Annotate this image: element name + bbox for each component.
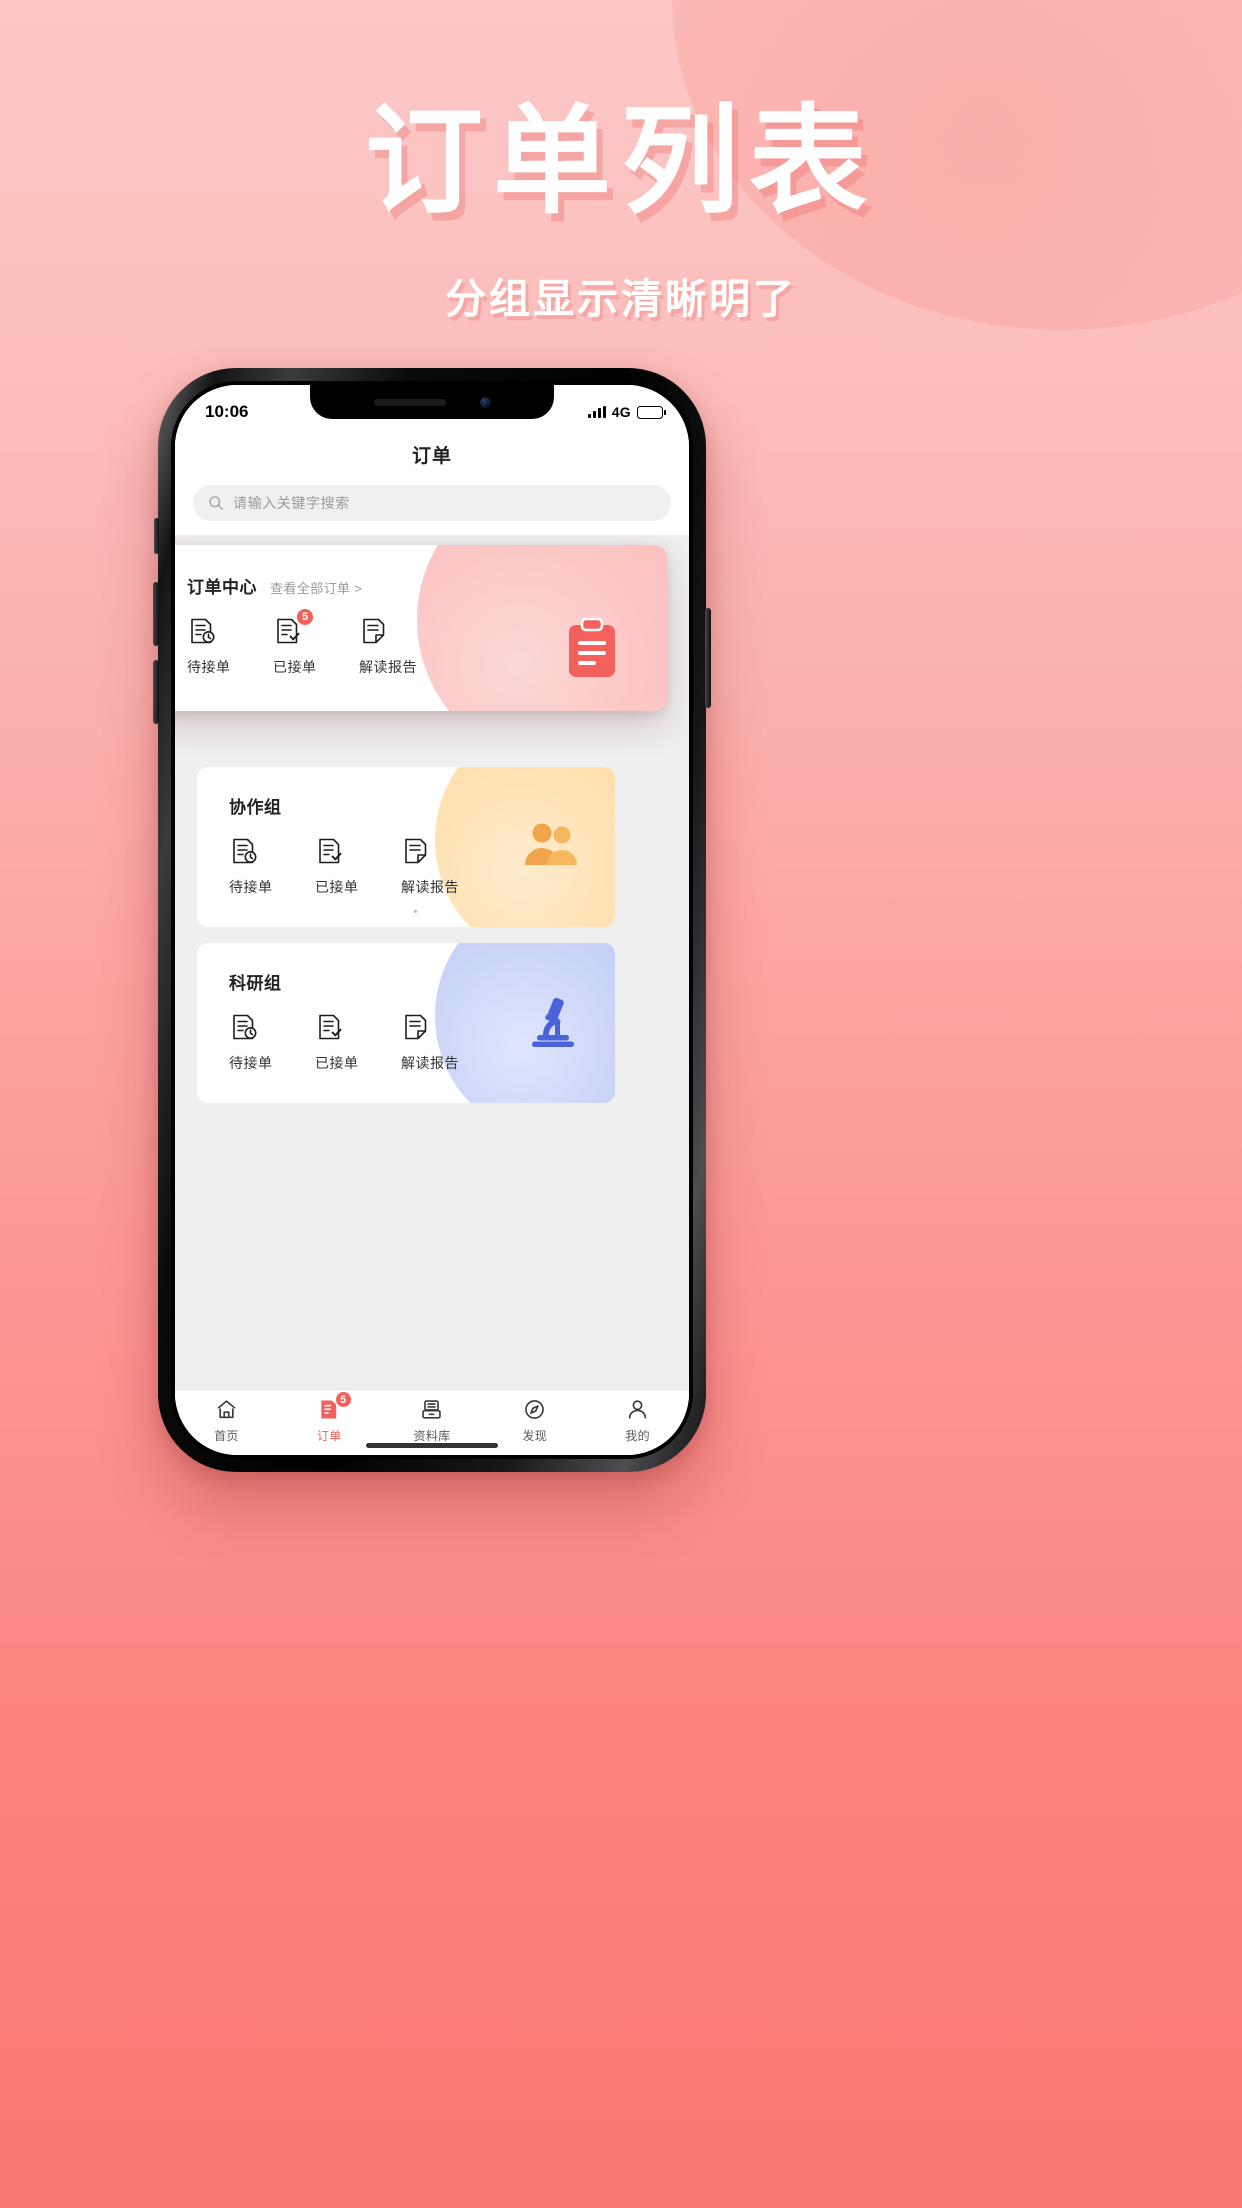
power-button[interactable] (705, 608, 711, 708)
page-title: 订单 (411, 445, 452, 467)
group-item-label: 待接单 (229, 879, 273, 895)
status-time: 10:06 (205, 402, 249, 421)
doc-fold-icon (359, 616, 389, 646)
doc-fold-icon (401, 1012, 431, 1042)
volume-down-button[interactable] (153, 660, 159, 724)
doc-clock-icon (229, 836, 259, 866)
search-container: 请输入关键字搜索 (175, 477, 689, 535)
doc-clock-icon (187, 616, 217, 646)
order-item-label: 已接单 (273, 659, 317, 675)
order-center-title: 订单中心 (187, 578, 257, 597)
order-item-accepted[interactable]: 5 已接单 (273, 608, 359, 677)
microscope-icon (523, 995, 581, 1049)
group-item-report[interactable]: 解读报告 (401, 1012, 487, 1073)
status-indicators: 4G (587, 404, 666, 420)
doc-check-icon: 5 (273, 608, 314, 646)
card-dot-marker (414, 910, 418, 913)
search-icon (208, 495, 224, 511)
phone-screen: 10:06 4G 订单 请输入关键字搜索 协作组 待接单 已接单 解读报告 科研… (175, 385, 689, 1455)
network-type-label: 4G (611, 404, 631, 420)
phone-mockup: 10:06 4G 订单 请输入关键字搜索 协作组 待接单 已接单 解读报告 科研… (153, 368, 711, 1472)
tab-label: 我的 (625, 1429, 650, 1443)
order-item-badge: 5 (296, 608, 314, 626)
status-bar: 10:06 4G (175, 385, 689, 431)
view-all-orders-link[interactable]: 查看全部订单 > (270, 578, 362, 597)
tab-library[interactable]: 资料库 (381, 1397, 484, 1444)
library-icon (419, 1397, 444, 1422)
volume-up-button[interactable] (153, 582, 159, 646)
poster-title: 订单列表 (364, 96, 877, 228)
tab-home[interactable]: 首页 (175, 1397, 278, 1444)
group-item-label: 已接单 (315, 879, 359, 895)
clipboard-icon (565, 617, 619, 679)
group-card-research[interactable]: 科研组 待接单 已接单 解读报告 (197, 943, 615, 1103)
order-item-report[interactable]: 解读报告 (359, 616, 445, 677)
home-indicator[interactable] (366, 1443, 498, 1448)
order-list-content[interactable]: 协作组 待接单 已接单 解读报告 科研组 待接单 已接单 解读报告 订单中心 查… (175, 535, 689, 1389)
poster-subtitle: 分组显示清晰明了 (445, 275, 797, 322)
app-root: 订单 请输入关键字搜索 协作组 待接单 已接单 解读报告 科研组 待接单 已接单… (175, 385, 689, 1455)
order-item-pending[interactable]: 待接单 (187, 616, 273, 677)
group-item-pending[interactable]: 待接单 (229, 1012, 315, 1073)
order-icon: 5 (317, 1391, 352, 1422)
tab-label: 首页 (214, 1429, 239, 1443)
group-item-label: 已接单 (315, 1055, 359, 1071)
group-item-label: 解读报告 (401, 1055, 459, 1071)
group-item-pending[interactable]: 待接单 (229, 836, 315, 897)
group-item-report[interactable]: 解读报告 (401, 836, 487, 897)
tab-label: 发现 (522, 1429, 548, 1443)
search-input[interactable]: 请输入关键字搜索 (193, 485, 671, 521)
search-placeholder: 请输入关键字搜索 (233, 495, 350, 511)
group-item-label: 解读报告 (401, 879, 459, 895)
group-card-collab[interactable]: 协作组 待接单 已接单 解读报告 (197, 767, 615, 927)
tab-orders[interactable]: 5 订单 (278, 1391, 381, 1444)
tab-label: 订单 (316, 1429, 342, 1443)
group-item-accepted[interactable]: 已接单 (315, 1012, 401, 1073)
cards-scroll-area[interactable]: 协作组 待接单 已接单 解读报告 科研组 待接单 已接单 解读报告 订单中心 查… (175, 535, 689, 1389)
compass-icon (522, 1397, 547, 1422)
doc-fold-icon (401, 836, 431, 866)
tab-label: 资料库 (413, 1429, 451, 1443)
tab-mine[interactable]: 我的 (586, 1397, 689, 1444)
doc-check-icon (315, 1012, 345, 1042)
people-icon (521, 819, 581, 869)
navigation-bar: 订单 (175, 431, 689, 477)
group-title: 协作组 (229, 798, 282, 817)
signal-bars-icon (587, 406, 606, 418)
tab-badge: 5 (334, 1391, 352, 1408)
order-item-label: 解读报告 (359, 659, 417, 675)
order-item-label: 待接单 (187, 659, 231, 675)
home-icon (214, 1397, 239, 1422)
person-icon (625, 1397, 650, 1422)
order-center-card[interactable]: 订单中心 查看全部订单 > 待接单 5 已接单 解读报告 (175, 545, 667, 711)
poster-heading-block: 订单列表 分组显示清晰明了 (0, 95, 1242, 325)
group-item-accepted[interactable]: 已接单 (315, 836, 401, 897)
silent-switch[interactable] (154, 518, 159, 554)
phone-bezel: 10:06 4G 订单 请输入关键字搜索 协作组 待接单 已接单 解读报告 科研… (171, 381, 693, 1459)
battery-icon (637, 405, 666, 419)
tab-discover[interactable]: 发现 (483, 1397, 586, 1444)
group-item-label: 待接单 (229, 1055, 273, 1071)
doc-check-icon (315, 836, 345, 866)
doc-clock-icon (229, 1012, 259, 1042)
group-title: 科研组 (229, 974, 282, 993)
